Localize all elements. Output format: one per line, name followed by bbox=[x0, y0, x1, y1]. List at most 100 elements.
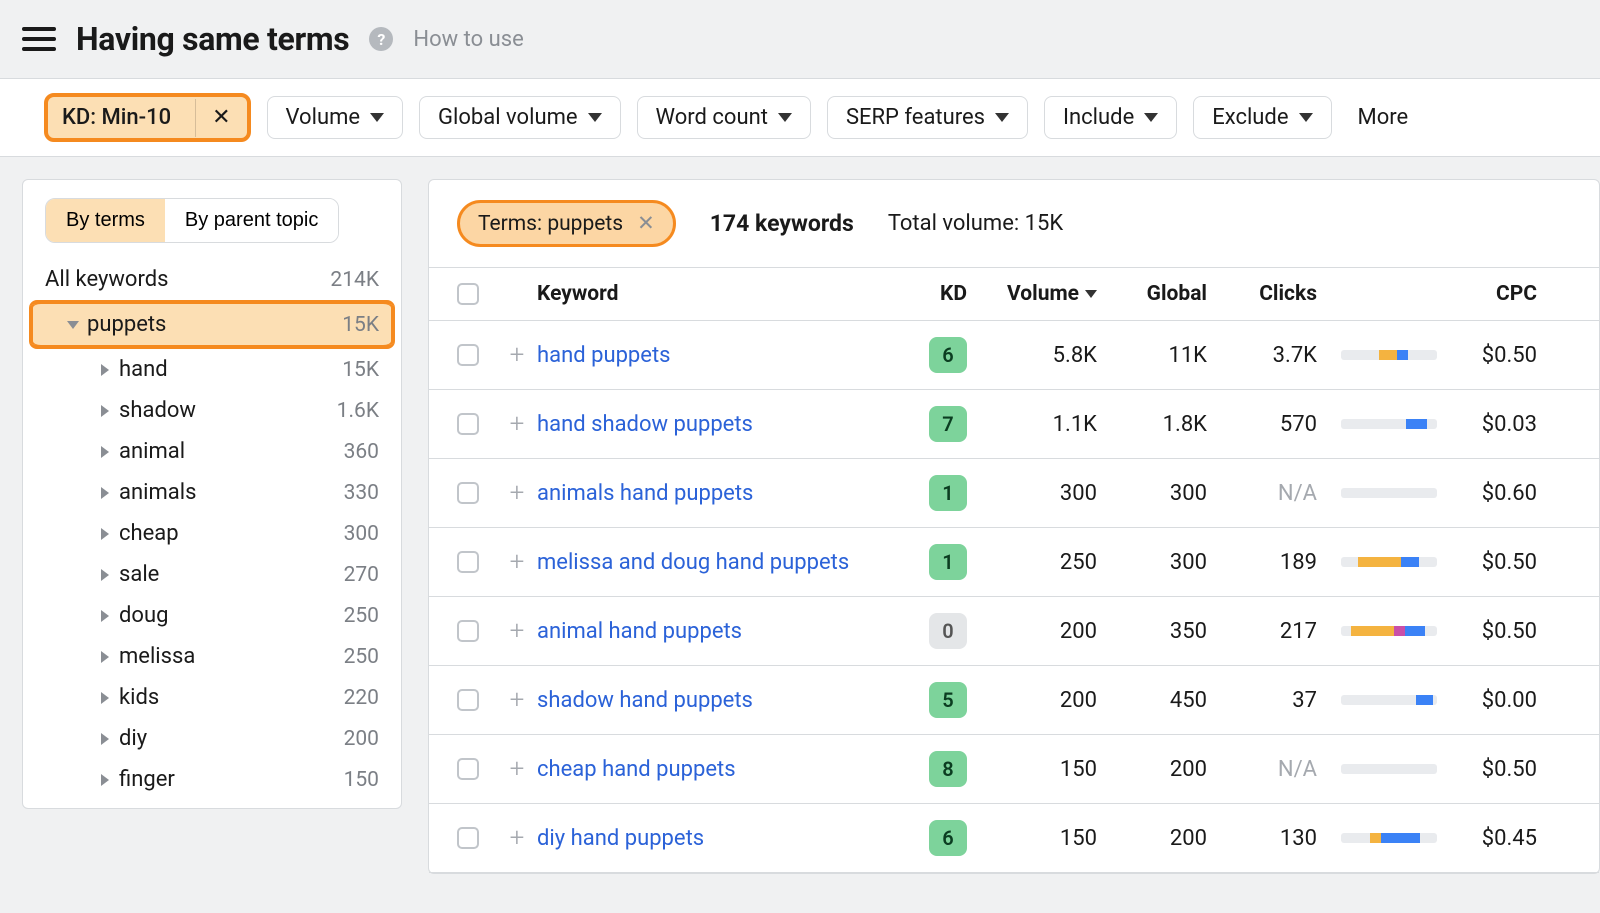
tree-item[interactable]: animal360 bbox=[23, 431, 401, 472]
filter-word-count[interactable]: Word count bbox=[637, 96, 811, 139]
tab-by-terms[interactable]: By terms bbox=[46, 199, 165, 242]
clicks-distribution-bar bbox=[1341, 833, 1437, 843]
tree-item[interactable]: finger150 bbox=[23, 759, 401, 800]
tree-all-keywords[interactable]: All keywords 214K bbox=[23, 259, 401, 300]
filter-kd-active[interactable]: KD: Min-10 ✕ bbox=[44, 93, 251, 142]
cell-global: 11K bbox=[1097, 343, 1207, 368]
filter-label: Global volume bbox=[438, 105, 578, 130]
keyword-link[interactable]: animals hand puppets bbox=[537, 481, 897, 506]
tree-count: 220 bbox=[344, 686, 379, 710]
tree-count: 15K bbox=[342, 358, 379, 382]
tree-count: 300 bbox=[344, 522, 379, 546]
keyword-link[interactable]: diy hand puppets bbox=[537, 826, 897, 851]
help-icon[interactable]: ? bbox=[369, 27, 393, 51]
tree-count: 150 bbox=[344, 768, 379, 792]
cell-clicks: 3.7K bbox=[1207, 343, 1317, 368]
filter-serp-features[interactable]: SERP features bbox=[827, 96, 1028, 139]
keyword-link[interactable]: shadow hand puppets bbox=[537, 688, 897, 713]
row-checkbox[interactable] bbox=[457, 344, 479, 366]
cell-cpc: $0.00 bbox=[1437, 688, 1537, 713]
cell-cpc: $0.45 bbox=[1437, 826, 1537, 851]
filter-exclude[interactable]: Exclude bbox=[1193, 96, 1331, 139]
row-checkbox[interactable] bbox=[457, 689, 479, 711]
tree-count: 1.6K bbox=[337, 399, 379, 423]
tree-item[interactable]: melissa 250 bbox=[23, 636, 401, 677]
active-term-pill[interactable]: Terms: puppets ✕ bbox=[457, 200, 676, 247]
expand-icon[interactable]: + bbox=[497, 823, 537, 853]
select-all-checkbox[interactable] bbox=[457, 283, 479, 305]
chevron-right-icon bbox=[101, 733, 109, 745]
cell-cpc: $0.50 bbox=[1437, 619, 1537, 644]
tree-item[interactable]: doug250 bbox=[23, 595, 401, 636]
tree-count: 214K bbox=[330, 268, 379, 292]
tree-count: 250 bbox=[344, 645, 379, 669]
expand-icon[interactable]: + bbox=[497, 616, 537, 646]
row-checkbox[interactable] bbox=[457, 413, 479, 435]
cell-cpc: $0.60 bbox=[1437, 481, 1537, 506]
tree-count: 15K bbox=[342, 313, 379, 337]
row-checkbox[interactable] bbox=[457, 482, 479, 504]
chevron-right-icon bbox=[101, 528, 109, 540]
cell-volume: 200 bbox=[967, 619, 1097, 644]
tab-by-parent-topic[interactable]: By parent topic bbox=[165, 199, 338, 242]
filter-volume[interactable]: Volume bbox=[267, 96, 404, 139]
tree-count: 360 bbox=[344, 440, 379, 464]
tree-item[interactable]: kids220 bbox=[23, 677, 401, 718]
clicks-distribution-bar bbox=[1341, 350, 1437, 360]
cell-global: 450 bbox=[1097, 688, 1207, 713]
col-volume[interactable]: Volume bbox=[967, 282, 1097, 306]
tree-item[interactable]: diy200 bbox=[23, 718, 401, 759]
tree-item[interactable]: cheap300 bbox=[23, 513, 401, 554]
cell-cpc: $0.50 bbox=[1437, 343, 1537, 368]
chevron-down-icon bbox=[1299, 113, 1313, 122]
expand-icon[interactable]: + bbox=[497, 547, 537, 577]
keyword-link[interactable]: cheap hand puppets bbox=[537, 757, 897, 782]
filter-include[interactable]: Include bbox=[1044, 96, 1177, 139]
filter-label: Volume bbox=[286, 105, 361, 130]
keyword-link[interactable]: animal hand puppets bbox=[537, 619, 897, 644]
filter-more[interactable]: More bbox=[1348, 97, 1419, 138]
keyword-link[interactable]: hand puppets bbox=[537, 343, 897, 368]
expand-icon[interactable]: + bbox=[497, 409, 537, 439]
row-checkbox[interactable] bbox=[457, 758, 479, 780]
menu-icon[interactable] bbox=[22, 27, 56, 51]
expand-icon[interactable]: + bbox=[497, 754, 537, 784]
keyword-link[interactable]: melissa and doug hand puppets bbox=[537, 550, 897, 575]
keyword-count: 174 keywords bbox=[710, 210, 854, 237]
tree-item[interactable]: sale270 bbox=[23, 554, 401, 595]
row-checkbox[interactable] bbox=[457, 827, 479, 849]
tree-item[interactable]: shadow1.6K bbox=[23, 390, 401, 431]
tree-item[interactable]: animals330 bbox=[23, 472, 401, 513]
row-checkbox[interactable] bbox=[457, 620, 479, 642]
chevron-down-icon bbox=[370, 113, 384, 122]
close-icon[interactable]: ✕ bbox=[637, 211, 655, 236]
tree-item[interactable]: hand15K bbox=[23, 349, 401, 390]
row-checkbox[interactable] bbox=[457, 551, 479, 573]
chevron-right-icon bbox=[101, 774, 109, 786]
close-icon[interactable]: ✕ bbox=[195, 99, 246, 137]
keyword-link[interactable]: hand shadow puppets bbox=[537, 412, 897, 437]
col-clicks[interactable]: Clicks bbox=[1207, 282, 1317, 306]
tree-label: diy bbox=[119, 726, 147, 751]
tree-item-selected[interactable]: puppets 15K bbox=[29, 300, 395, 349]
col-keyword[interactable]: Keyword bbox=[537, 282, 897, 306]
expand-icon[interactable]: + bbox=[497, 340, 537, 370]
cell-global: 1.8K bbox=[1097, 412, 1207, 437]
sidebar-tabs: By terms By parent topic bbox=[45, 198, 339, 243]
how-to-use-link[interactable]: How to use bbox=[413, 27, 523, 52]
chevron-down-icon bbox=[778, 113, 792, 122]
col-kd[interactable]: KD bbox=[897, 282, 967, 306]
expand-icon[interactable]: + bbox=[497, 685, 537, 715]
filter-kd-label: KD: Min-10 bbox=[48, 97, 185, 138]
expand-icon[interactable]: + bbox=[497, 478, 537, 508]
kd-badge: 8 bbox=[929, 751, 967, 787]
filter-label: Exclude bbox=[1212, 105, 1288, 130]
cell-clicks: 189 bbox=[1207, 550, 1317, 575]
col-cpc[interactable]: CPC bbox=[1437, 282, 1537, 306]
page-title: Having same terms bbox=[76, 20, 349, 58]
tree-label: melissa bbox=[119, 644, 195, 669]
filter-global-volume[interactable]: Global volume bbox=[419, 96, 621, 139]
col-global[interactable]: Global bbox=[1097, 282, 1207, 306]
clicks-distribution-bar bbox=[1341, 764, 1437, 774]
filter-label: Word count bbox=[656, 105, 768, 130]
